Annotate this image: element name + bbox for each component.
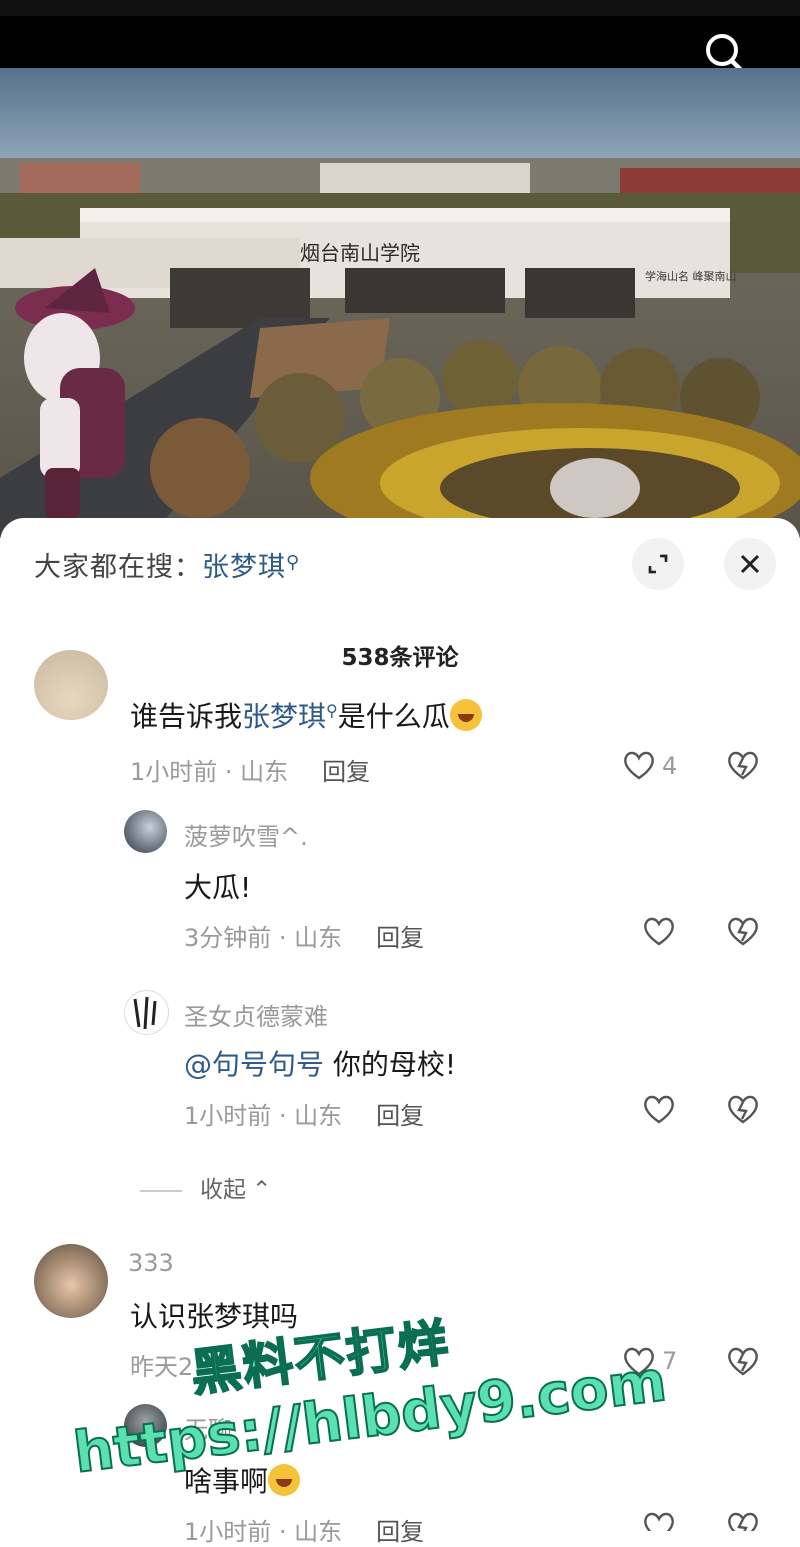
search-small-icon: ⚲ (286, 552, 301, 573)
username[interactable]: 圣女贞德蒙难 (184, 997, 328, 1032)
reply-button[interactable]: 回复 (376, 1518, 424, 1546)
chevron-up-icon: ⌃ (252, 1177, 272, 1203)
like-icon[interactable] (642, 1093, 676, 1129)
keyword-link[interactable]: 张梦琪 (242, 700, 326, 733)
video-frame[interactable]: 烟台南山学院 学海山名 峰聚南山 (0, 68, 800, 538)
avatar[interactable] (34, 1244, 108, 1318)
expand-icon (648, 554, 668, 574)
reply-button[interactable]: 回复 (376, 1102, 424, 1130)
gate-motto: 学海山名 峰聚南山 (645, 269, 737, 283)
close-button[interactable] (724, 538, 776, 590)
hot-search-prefix: 大家都在搜： (34, 552, 202, 583)
comment-meta: 1小时前 · 山东 回复 (184, 1102, 425, 1130)
like-icon[interactable] (642, 915, 676, 951)
dislike-icon[interactable] (726, 749, 760, 785)
comment-meta: 昨天2 (130, 1353, 194, 1381)
hot-search-bar[interactable]: 大家都在搜：张梦琪⚲ (34, 545, 300, 584)
username[interactable]: 菠萝吹雪^. (184, 817, 308, 852)
top-bar (0, 0, 800, 70)
dislike-icon[interactable] (726, 1510, 760, 1541)
hot-search-keyword[interactable]: 张梦琪 (202, 552, 286, 583)
avatar[interactable] (34, 650, 108, 720)
collapse-replies-button[interactable]: 收起 ⌃ (140, 1170, 271, 1204)
comment-meta: 3分钟前 · 山东 回复 (184, 924, 425, 952)
status-strip (0, 0, 800, 16)
avatar[interactable] (124, 810, 167, 853)
dislike-icon[interactable] (726, 1345, 760, 1381)
mention-link[interactable]: @句号句号 (184, 1048, 324, 1081)
expand-button[interactable] (632, 538, 684, 590)
close-icon (740, 554, 760, 574)
comment-meta: 1小时前 · 山东 回复 (184, 1518, 425, 1546)
comment-text: @句号句号 你的母校! (184, 1048, 457, 1081)
divider (140, 1189, 182, 1192)
dislike-icon[interactable] (726, 915, 760, 951)
search-small-icon: ⚲ (326, 701, 338, 720)
like-count: 4 (662, 752, 678, 780)
reply-button[interactable]: 回复 (322, 758, 370, 786)
reply-button[interactable]: 回复 (376, 924, 424, 952)
comment-text: 大瓜! (184, 871, 252, 904)
like-icon[interactable] (622, 749, 656, 785)
comment-count: 538条评论 (341, 645, 459, 671)
like-icon[interactable] (642, 1510, 676, 1541)
dislike-icon[interactable] (726, 1093, 760, 1129)
laughing-emoji-icon (449, 699, 482, 731)
comment-text: 谁告诉我张梦琪⚲是什么瓜 (130, 695, 482, 735)
comment-meta: 1小时前 · 山东 回复 (130, 758, 371, 786)
avatar[interactable] (124, 990, 169, 1035)
username[interactable]: 333 (128, 1249, 174, 1277)
gate-sign: 烟台南山学院 (300, 241, 420, 265)
laughing-emoji-icon (268, 1464, 301, 1496)
